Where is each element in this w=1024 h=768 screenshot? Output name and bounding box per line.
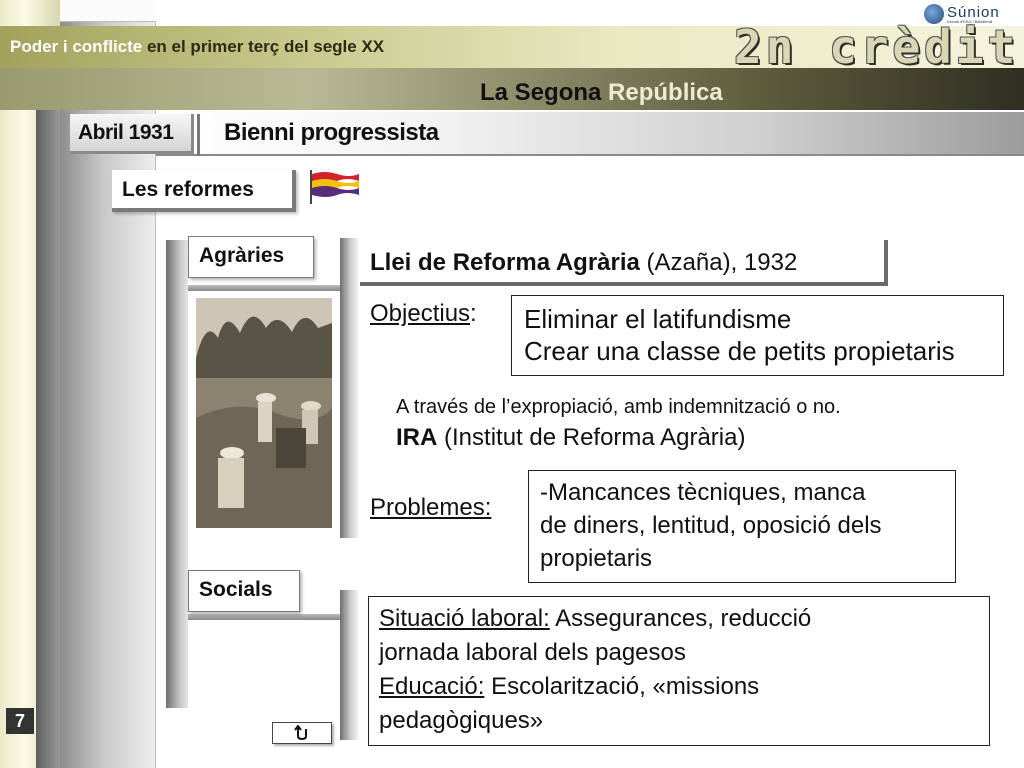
tab-abril-1931[interactable]: Abril 1931: [70, 114, 194, 154]
social-connector: [188, 614, 342, 620]
objectives-label: Objectius:: [370, 300, 477, 327]
labor-label: Situació laboral:: [379, 605, 550, 632]
course-title: Poder i conflicte en el primer terç del …: [10, 37, 385, 56]
problems-label: Problemes:: [370, 494, 492, 521]
republic-flag-icon: [310, 170, 359, 204]
law-title-box: Llei de Reforma Agrària (Azaña), 1932: [360, 240, 888, 286]
sunion-logo: Súnion Escola d'ESO i Batxillerat: [924, 2, 1022, 24]
reforms-vertical-bar: [166, 240, 188, 708]
globe-icon: [924, 4, 944, 24]
agrarian-vertical-bar: [340, 238, 358, 538]
agrarian-connector: [188, 285, 342, 291]
reforms-title-box[interactable]: Les reformes: [112, 170, 296, 212]
peasants-photo: [196, 298, 332, 528]
period-title: Bienni progressista: [224, 119, 439, 146]
left-dark-column: [36, 60, 60, 768]
left-column-top: [60, 0, 156, 22]
page-number: 7: [6, 708, 34, 734]
credit-label: 2n crèdit: [734, 20, 1020, 74]
agrarian-label-box[interactable]: Agràries: [188, 236, 314, 278]
education-label: Educació:: [379, 673, 485, 700]
ira-text: IRA (Institut de Reforma Agrària): [396, 424, 746, 451]
objectives-box: Eliminar el latifundisme Crear una class…: [511, 295, 1004, 376]
problems-box: -Mancances tècniques, manca de diners, l…: [528, 470, 956, 583]
return-button[interactable]: [272, 722, 332, 744]
tab-divider: [197, 114, 200, 156]
social-label-box[interactable]: Socials: [188, 570, 300, 612]
return-arrow-icon: [294, 725, 307, 741]
social-reforms-box: Situació laboral: Assegurances, reducció…: [368, 596, 990, 746]
means-text: A través de l’expropiació, amb indemnitz…: [396, 396, 841, 418]
social-vertical-bar: [340, 590, 358, 740]
section-title: La Segona República: [480, 79, 723, 106]
